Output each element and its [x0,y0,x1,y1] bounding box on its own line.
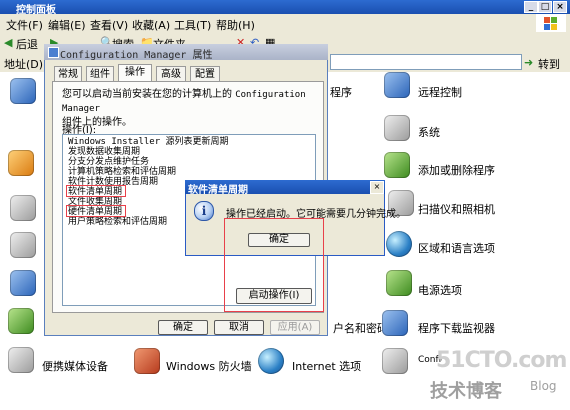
info-icon: i [194,201,214,221]
add-remove-programs-label[interactable]: 添加或删除程序 [418,162,495,178]
tab-components[interactable]: 组件 [86,66,114,82]
list-item[interactable]: Windows Installer 源列表更新周期 [68,137,229,147]
maximize-button[interactable]: □ [538,1,552,13]
apply-button[interactable]: 应用(A) [270,320,320,335]
username-password-label[interactable]: 户名和密码 [333,320,388,336]
menu-view[interactable]: 查看(V) [90,17,128,33]
address-input[interactable] [330,54,522,70]
remote-control-label[interactable]: 远程控制 [418,84,462,100]
list-item[interactable]: 用户策略检索和评估周期 [68,217,167,227]
watermark-site: 51CTO.com [436,348,567,373]
folder-options-icon[interactable] [8,150,34,176]
region-language-label[interactable]: 区域和语言选项 [418,240,495,256]
message-box-close-button[interactable]: × [370,181,384,194]
remote-control-icon[interactable] [384,72,410,98]
date-time-icon[interactable] [10,232,36,258]
close-button[interactable]: × [553,1,567,13]
firewall-label[interactable]: Windows 防火墙 [166,358,252,374]
list-item[interactable]: 分支分发点维护任务 [68,157,149,167]
message-box-titlebar[interactable]: 软件清单周期 [185,180,385,196]
program-partial-label[interactable]: 程序 [330,84,352,100]
internet-options-icon[interactable] [258,348,284,374]
properties-dialog-title: Configuration Manager 属性 [60,50,213,61]
back-icon[interactable]: ◀ [4,36,12,49]
system-label[interactable]: 系统 [418,124,440,140]
accessibility-icon[interactable] [10,78,36,104]
tab-configuration[interactable]: 配置 [190,66,220,82]
tab-advanced[interactable]: 高级 [156,66,186,82]
program-download-icon[interactable] [382,310,408,336]
minimize-button[interactable]: _ [524,1,538,13]
go-button[interactable]: 转到 [538,56,560,72]
ok-button[interactable]: 确定 [158,320,208,335]
program-download-label[interactable]: 程序下载监视器 [418,320,495,336]
list-item[interactable]: 发现数据收集周期 [68,147,140,157]
highlight-software-inventory [66,185,126,197]
power-options-label[interactable]: 电源选项 [418,282,462,298]
scanner-camera-label[interactable]: 扫描仪和照相机 [418,201,495,217]
list-item[interactable]: 计算机策略检索和评估周期 [68,167,176,177]
dialog-app-icon [48,47,59,58]
menu-edit[interactable]: 编辑(E) [48,17,86,33]
menu-tools[interactable]: 工具(T) [174,17,211,33]
go-icon[interactable]: ➜ [524,56,533,69]
menu-bar: 文件(F) 编辑(E) 查看(V) 收藏(A) 工具(T) 帮助(H) [0,14,570,33]
message-box-title: 软件清单周期 [188,185,248,196]
add-remove-programs-icon[interactable] [384,152,410,178]
address-label: 地址(D) [4,58,44,71]
region-language-icon[interactable] [386,231,412,257]
watermark-cn: 技术博客 [430,381,502,402]
phone-icon[interactable] [8,308,34,334]
windows-logo-icon [536,14,566,32]
mouse-icon[interactable] [10,195,36,221]
highlight-buttons-region [224,218,324,312]
portable-media-icon[interactable] [8,347,34,373]
power-options-icon[interactable] [386,270,412,296]
watermark-blog: Blog [530,379,557,393]
system-icon[interactable] [384,115,410,141]
window-titlebar[interactable]: 控制面板 _ □ × [0,0,570,16]
menu-file[interactable]: 文件(F) [6,17,43,33]
config-manager-icon[interactable] [382,348,408,374]
tab-general[interactable]: 常规 [54,66,82,82]
menu-favorites[interactable]: 收藏(A) [132,17,170,33]
internet-options-label[interactable]: Internet 选项 [292,358,361,374]
portable-media-label[interactable]: 便携媒体设备 [42,358,108,374]
properties-dialog-titlebar[interactable]: Configuration Manager 属性 [44,44,328,61]
firewall-icon[interactable] [134,348,160,374]
network-icon[interactable] [10,270,36,296]
highlight-hardware-inventory [66,205,126,217]
cancel-button[interactable]: 取消 [214,320,264,335]
actions-description: 您可以启动当前安装在您的计算机上的 Configuration Manager … [62,88,320,129]
back-button[interactable]: 后退 [16,36,38,52]
menu-help[interactable]: 帮助(H) [216,17,255,33]
description-text-1: 您可以启动当前安装在您的计算机上的 [62,89,232,100]
